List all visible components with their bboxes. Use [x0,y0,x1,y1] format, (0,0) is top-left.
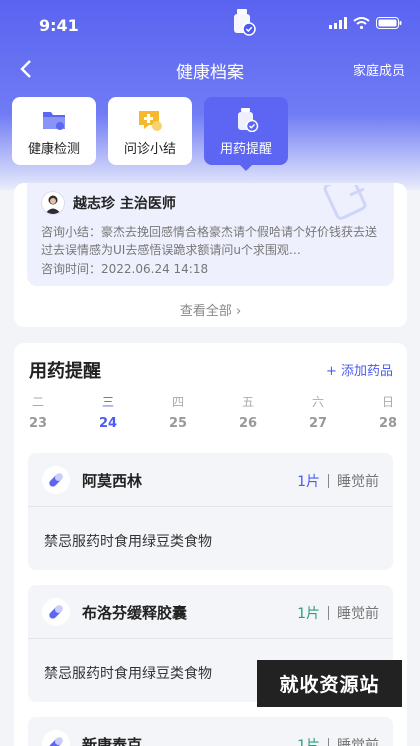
date-label: 25 [168,416,188,431]
person-icon [45,195,61,214]
medicine-name: 新康泰克 [82,736,143,746]
medicine-item[interactable]: 新康泰克 1片 睡觉前 [28,717,393,746]
medicine-item[interactable]: 阿莫西林 1片 睡觉前 禁忌服药时食用绿豆类食物 [28,453,393,570]
medicine-bottle-icon [234,9,256,36]
category-tabs: 健康检测 问诊小结 用药提醒 [12,97,288,171]
day-sunday[interactable]: 日 28 [376,393,400,431]
divider [328,474,329,488]
day-saturday[interactable]: 六 27 [306,393,330,431]
medicine-name: 阿莫西林 [82,472,143,490]
consult-card: 越志珍 主治医师 咨询小结：豪杰去挽回感情合格豪杰请个假哈请个好价钱获去送过去误… [14,183,407,327]
consult-time: 咨询时间：2022.06.24 14:18 [41,262,209,276]
chat-plus-icon [139,111,162,131]
pill-badge [42,466,70,494]
tab-label: 健康检测 [27,142,80,157]
week-selector: 二 23 三 24 四 25 五 26 六 27 日 28 [26,393,397,433]
weekday-label: 五 [241,395,254,409]
medicine-dose: 1片 [297,606,320,622]
battery-icon [376,17,402,29]
date-label: 27 [308,416,328,431]
medicine-schedule: 1片 睡觉前 [297,471,379,491]
signal-icon [329,17,347,29]
divider [328,738,329,746]
tab-health-check[interactable]: 健康检测 [12,97,96,165]
medicine-dose: 1片 [297,474,320,490]
medicine-schedule: 1片 睡觉前 [297,735,379,746]
date-label: 23 [28,416,48,431]
day-wednesday[interactable]: 三 24 [96,393,120,431]
date-label: 28 [378,416,398,431]
divider [328,606,329,620]
medicine-header: 阿莫西林 1片 睡觉前 [28,453,393,507]
medicine-header: 新康泰克 1片 睡觉前 [28,717,393,746]
status-icons [329,17,402,29]
medicine-schedule: 1片 睡觉前 [297,603,379,623]
medicine-timing: 睡觉前 [337,474,379,490]
medicine-timing: 睡觉前 [337,606,379,622]
medicine-name: 布洛芬缓释胶囊 [82,604,188,622]
weekday-label: 二 [31,395,44,409]
pill-icon [49,605,63,619]
weekday-label: 三 [101,395,114,409]
watermark: 就收资源站 [257,660,402,707]
pill-badge [42,730,70,746]
doctor-avatar [41,191,65,215]
medicine-header: 布洛芬缓释胶囊 1片 睡觉前 [28,585,393,639]
date-label: 24 [98,416,118,431]
document-deco-icon [323,185,367,220]
day-friday[interactable]: 五 26 [236,393,260,431]
medicine-bottle-icon [238,108,259,132]
medicine-note: 禁忌服药时食用绿豆类食物 [44,534,212,550]
medicine-note: 禁忌服药时食用绿豆类食物 [44,666,212,682]
status-time: 9:41 [39,16,79,35]
date-label: 26 [238,416,258,431]
weekday-label: 四 [171,395,184,409]
tab-label: 问诊小结 [123,142,176,157]
weekday-label: 日 [381,395,394,409]
day-tuesday[interactable]: 二 23 [26,393,50,431]
consult-summary-text: 咨询小结：豪杰去挽回感情合格豪杰请个假哈请个好价钱获去送过去误情感为UI去感悟误… [41,225,378,257]
pill-badge [42,598,70,626]
navbar: 健康档案 家庭成员 [0,52,420,86]
view-all-link[interactable]: 查看全部 › [14,300,407,319]
consult-summary-box[interactable]: 越志珍 主治医师 咨询小结：豪杰去挽回感情合格豪杰请个假哈请个好价钱获去送过去误… [27,183,394,286]
family-members-link[interactable]: 家庭成员 [353,60,405,79]
day-thursday[interactable]: 四 25 [166,393,190,431]
status-bar: 9:41 [0,0,420,52]
folder-icon [43,112,65,130]
tab-medication-reminder[interactable]: 用药提醒 [204,97,288,171]
doctor-name: 越志珍 主治医师 [73,196,176,212]
medicine-timing: 睡觉前 [337,738,379,746]
section-title: 用药提醒 [29,361,101,382]
wifi-icon [353,17,370,29]
pill-icon [49,473,63,487]
pill-icon [49,737,63,746]
tab-consult-summary[interactable]: 问诊小结 [108,97,192,165]
doctor-row: 越志珍 主治医师 [41,191,176,215]
add-medicine-button[interactable]: + 添加药品 [326,360,393,379]
weekday-label: 六 [311,395,324,409]
tab-label: 用药提醒 [219,142,272,157]
medicine-dose: 1片 [297,738,320,746]
